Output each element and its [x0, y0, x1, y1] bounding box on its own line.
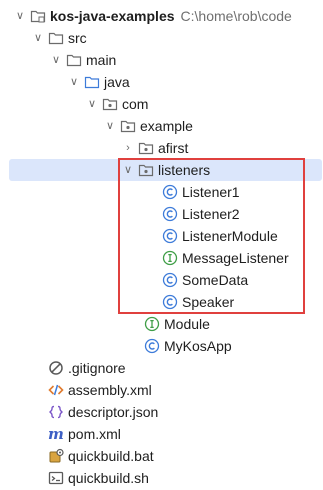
tree-row-src[interactable]: ∨ src: [0, 27, 323, 49]
package-icon: [120, 120, 136, 133]
xml-file-icon: [48, 384, 64, 396]
interface-icon: [144, 316, 160, 332]
class-icon: [162, 228, 178, 244]
folder-icon: [48, 32, 64, 45]
class-icon: [144, 338, 160, 354]
tree-label-file: pom.xml: [68, 426, 121, 442]
tree-row-main[interactable]: ∨ main: [0, 49, 323, 71]
svg-text:m: m: [48, 426, 64, 442]
interface-icon: [162, 250, 178, 266]
chevron-down-icon[interactable]: ∨: [14, 5, 26, 27]
folder-icon: [66, 54, 82, 67]
tree-label-interface: MessageListener: [182, 250, 289, 266]
tree-label-class: SomeData: [182, 272, 249, 288]
tree-label-class: Listener2: [182, 206, 240, 222]
chevron-down-icon[interactable]: ∨: [104, 115, 116, 137]
tree-label-class: ListenerModule: [182, 228, 278, 244]
tree-row-mykosapp[interactable]: MyKosApp: [0, 335, 323, 357]
class-icon: [162, 272, 178, 288]
tree-label-class: Listener1: [182, 184, 240, 200]
tree-row-class[interactable]: Listener1: [0, 181, 323, 203]
tree-label-listeners: listeners: [158, 162, 211, 178]
maven-icon: m: [48, 426, 64, 442]
tree-row-java[interactable]: ∨ java: [0, 71, 323, 93]
tree-label-file: .gitignore: [68, 360, 126, 376]
tree-row-file[interactable]: quickbuild.bat: [0, 445, 323, 467]
package-icon: [138, 164, 154, 177]
tree-row-file[interactable]: m pom.xml: [0, 423, 323, 445]
source-folder-icon: [84, 76, 100, 89]
class-icon: [162, 184, 178, 200]
tree-row-afirst[interactable]: › afirst: [0, 137, 323, 159]
tree-row-file[interactable]: .gitignore: [0, 357, 323, 379]
chevron-down-icon[interactable]: ∨: [122, 159, 134, 181]
class-icon: [162, 206, 178, 222]
tree-label-afirst: afirst: [158, 140, 189, 156]
tree-label-com: com: [122, 96, 149, 112]
tree-row-example[interactable]: ∨ example: [0, 115, 323, 137]
tree-label-src: src: [68, 30, 87, 46]
chevron-down-icon[interactable]: ∨: [68, 71, 80, 93]
tree-label-file: quickbuild.bat: [68, 448, 154, 464]
tree-label-mykosapp: MyKosApp: [164, 338, 232, 354]
tree-label-example: example: [140, 118, 193, 134]
tree-label-module: Module: [164, 316, 210, 332]
tree-label-java: java: [104, 74, 130, 90]
tree-label-class: Speaker: [182, 294, 235, 310]
class-icon: [162, 294, 178, 310]
chevron-right-icon[interactable]: ›: [122, 137, 134, 159]
gitignore-icon: [49, 361, 63, 375]
tree-label-file: assembly.xml: [68, 382, 152, 398]
tree-row-class[interactable]: SomeData: [0, 269, 323, 291]
tree-row-class[interactable]: Listener2: [0, 203, 323, 225]
package-icon: [102, 98, 118, 111]
tree-row-file[interactable]: quickbuild.sh: [0, 467, 323, 489]
tree-row-interface[interactable]: MessageListener: [0, 247, 323, 269]
project-path: C:\home\rob\code: [180, 8, 292, 24]
tree-row-class[interactable]: Speaker: [0, 291, 323, 313]
tree-label-file: descriptor.json: [68, 404, 159, 420]
tree-label-main: main: [86, 52, 117, 68]
chevron-down-icon[interactable]: ∨: [86, 93, 98, 115]
chevron-down-icon[interactable]: ∨: [32, 27, 44, 49]
batch-file-icon: [49, 448, 64, 463]
project-name: kos-java-examples: [50, 8, 175, 24]
json-file-icon: [49, 405, 63, 419]
project-tree: ∨ kos-java-examples C:\home\rob\code ∨ sr…: [0, 5, 323, 489]
tree-row-listeners[interactable]: ∨ listeners: [0, 159, 323, 181]
project-folder-icon: [30, 10, 46, 23]
tree-row-file[interactable]: assembly.xml: [0, 379, 323, 401]
tree-row-file[interactable]: descriptor.json: [0, 401, 323, 423]
package-icon: [138, 142, 154, 155]
tree-row-project[interactable]: ∨ kos-java-examples C:\home\rob\code: [0, 5, 323, 27]
tree-label-file: quickbuild.sh: [68, 470, 149, 486]
chevron-down-icon[interactable]: ∨: [50, 49, 62, 71]
tree-row-module[interactable]: Module: [0, 313, 323, 335]
shell-script-icon: [48, 471, 64, 485]
tree-row-com[interactable]: ∨ com: [0, 93, 323, 115]
tree-row-class[interactable]: ListenerModule: [0, 225, 323, 247]
